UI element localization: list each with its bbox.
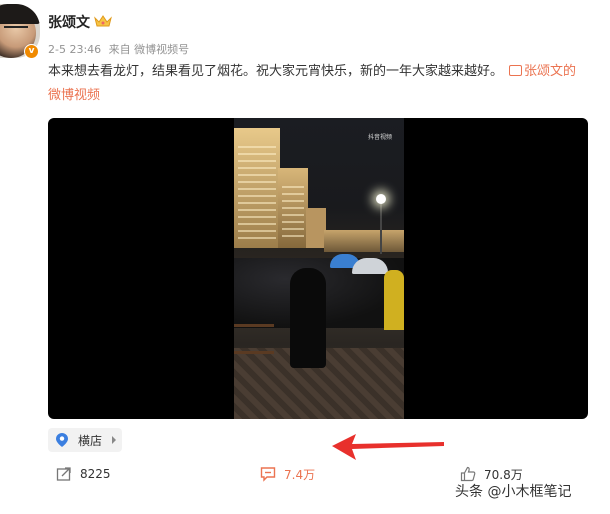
forward-button[interactable]: 8225: [56, 464, 111, 484]
umbrella: [352, 258, 388, 274]
author-name[interactable]: 张颂文: [48, 12, 90, 32]
video-frame: 抖音视频: [234, 118, 404, 419]
forward-count: 8225: [80, 467, 111, 481]
building: [278, 168, 308, 248]
attribution-text: 头条 @小木框笔记: [455, 484, 572, 500]
post-date[interactable]: 2-5 23:46: [48, 43, 101, 56]
building: [324, 230, 404, 252]
crown-icon: [94, 15, 112, 27]
comment-button[interactable]: 7.4万: [260, 464, 315, 484]
person: [290, 268, 326, 368]
post-text: 本来想去看龙灯，结果看见了烟花。祝大家元宵快乐，新的一年大家越来越好。 张颂文的微…: [48, 60, 588, 108]
building: [234, 128, 280, 248]
comment-icon: [260, 467, 276, 482]
post-source[interactable]: 来自 微博视频号: [109, 43, 190, 56]
avatar-hair: [0, 4, 40, 24]
forward-icon: [56, 467, 71, 481]
video-player[interactable]: 抖音视频: [48, 118, 588, 419]
weibo-post: v 张颂文 2-5 23:46 来自 微博视频号 本来想去看龙灯，结果看见了烟花…: [0, 0, 610, 514]
source-attribution: 头条 @小木框笔记: [455, 481, 571, 501]
like-icon: [460, 466, 476, 482]
pin-icon: [56, 433, 68, 447]
street-lamp-pole: [380, 204, 382, 254]
location-tag[interactable]: 横店: [48, 428, 122, 452]
verified-badge: v: [24, 44, 39, 59]
like-count: 70.8万: [484, 467, 523, 482]
video-link-icon: [509, 65, 523, 76]
location-label: 横店: [78, 434, 103, 448]
post-body: 本来想去看龙灯，结果看见了烟花。祝大家元宵快乐，新的一年大家越来越好。: [48, 64, 504, 79]
caret-right-icon: [112, 436, 116, 444]
person-yellow-coat: [384, 270, 404, 330]
comment-count: 7.4万: [284, 467, 316, 482]
avatar-glasses: [4, 26, 28, 32]
bench: [234, 324, 274, 354]
post-meta: 2-5 23:46 来自 微博视频号: [48, 41, 193, 57]
video-watermark: 抖音视频: [368, 134, 393, 141]
street-lamp: [376, 194, 386, 204]
building: [306, 208, 326, 248]
